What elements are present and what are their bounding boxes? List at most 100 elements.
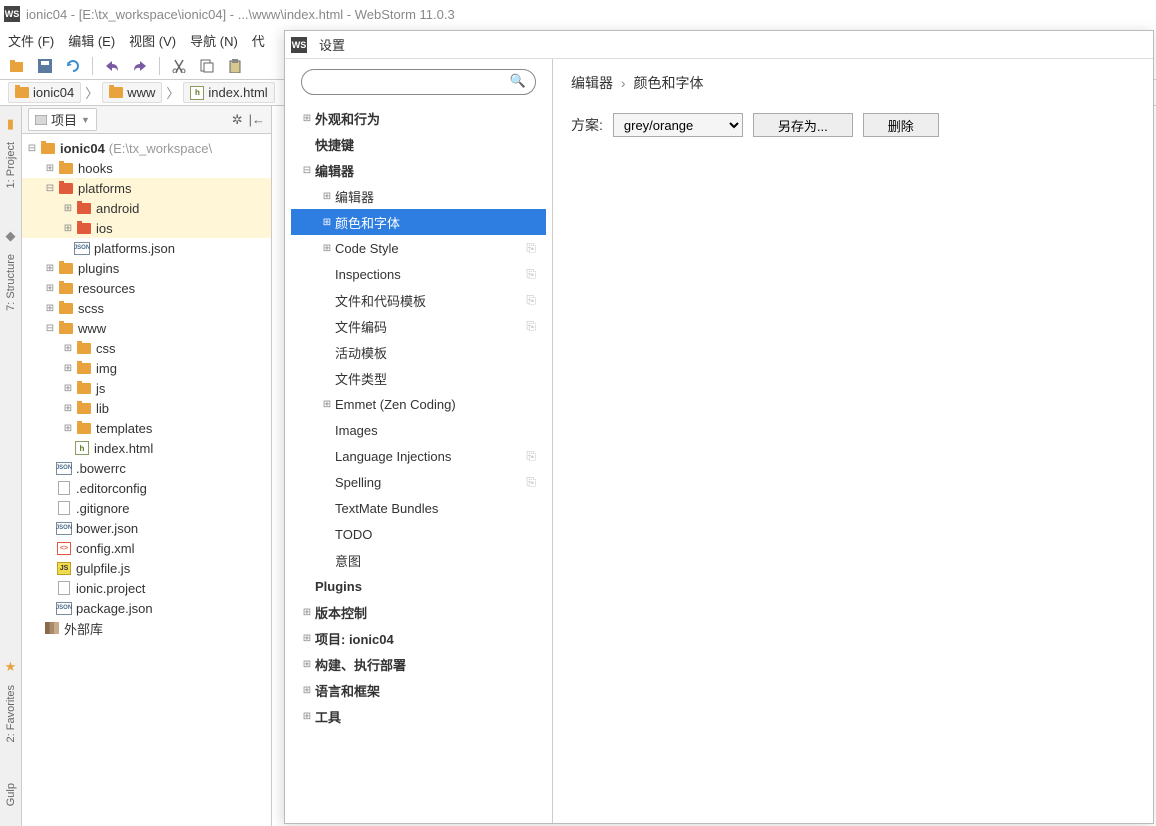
expand-icon[interactable]: ⊞ — [62, 383, 74, 394]
tree-ionic-project[interactable]: ionic.project — [22, 578, 271, 598]
nav-appearance[interactable]: ⊞外观和行为 — [291, 105, 546, 131]
paste-icon[interactable] — [226, 57, 244, 75]
expand-icon[interactable]: ⊞ — [319, 191, 335, 202]
tree-root[interactable]: ⊟ ionic04 (E:\tx_workspace\ — [22, 138, 271, 158]
nav-vcs[interactable]: ⊞版本控制 — [291, 599, 546, 625]
strip-gulp[interactable]: Gulp — [5, 783, 17, 806]
strip-project[interactable]: 1: Project — [5, 142, 17, 188]
save-icon[interactable] — [36, 57, 54, 75]
nav-editor-sub[interactable]: ⊞编辑器 — [291, 183, 546, 209]
tree-external-libs[interactable]: 外部库 — [22, 618, 271, 638]
tree-www[interactable]: ⊟www — [22, 318, 271, 338]
nav-textmate[interactable]: TextMate Bundles — [291, 495, 546, 521]
tree-hooks[interactable]: ⊞hooks — [22, 158, 271, 178]
tree-js[interactable]: ⊞js — [22, 378, 271, 398]
expand-icon[interactable]: ⊞ — [62, 363, 74, 374]
tree-android[interactable]: ⊞android — [22, 198, 271, 218]
expand-icon[interactable]: ⊞ — [299, 607, 315, 618]
nav-project[interactable]: ⊞项目: ionic04 — [291, 625, 546, 651]
nav-intentions[interactable]: 意图 — [291, 547, 546, 573]
expand-icon[interactable]: ⊞ — [44, 283, 56, 294]
tree-config-xml[interactable]: <>config.xml — [22, 538, 271, 558]
search-input[interactable] — [301, 69, 536, 95]
nav-file-types[interactable]: 文件类型 — [291, 365, 546, 391]
crumb-project[interactable]: ionic04 — [8, 82, 81, 103]
crumb-file[interactable]: h index.html — [183, 82, 274, 103]
strip-structure[interactable]: 7: Structure — [5, 254, 17, 311]
collapse-icon[interactable]: ⊟ — [44, 183, 56, 194]
delete-button[interactable]: 删除 — [863, 113, 939, 137]
nav-keymap[interactable]: 快捷键 — [291, 131, 546, 157]
copy-icon[interactable]: ⎘ — [526, 241, 536, 256]
nav-colors-fonts[interactable]: ⊞颜色和字体 — [291, 209, 546, 235]
redo-icon[interactable] — [131, 57, 149, 75]
expand-icon[interactable]: ⊞ — [62, 343, 74, 354]
tree-lib[interactable]: ⊞lib — [22, 398, 271, 418]
menu-navigate[interactable]: 导航 (N) — [190, 31, 238, 50]
favorites-tool-icon[interactable]: ★ — [5, 659, 17, 675]
tree-editorconfig[interactable]: .editorconfig — [22, 478, 271, 498]
expand-icon[interactable]: ⊞ — [299, 685, 315, 696]
tree-bower-json[interactable]: JSONbower.json — [22, 518, 271, 538]
copy-icon[interactable]: ⎘ — [526, 267, 536, 282]
tree-gitignore[interactable]: .gitignore — [22, 498, 271, 518]
expand-icon[interactable]: ⊞ — [299, 633, 315, 644]
open-icon[interactable] — [8, 57, 26, 75]
collapse-icon[interactable]: |← — [249, 112, 265, 128]
tree-plugins[interactable]: ⊞plugins — [22, 258, 271, 278]
expand-icon[interactable]: ⊞ — [299, 659, 315, 670]
nav-emmet[interactable]: ⊞Emmet (Zen Coding) — [291, 391, 546, 417]
expand-icon[interactable]: ⊞ — [319, 217, 335, 228]
save-as-button[interactable]: 另存为... — [753, 113, 853, 137]
expand-icon[interactable]: ⊞ — [44, 263, 56, 274]
tree-bowerrc[interactable]: JSON.bowerrc — [22, 458, 271, 478]
tree-templates[interactable]: ⊞templates — [22, 418, 271, 438]
copy-icon[interactable]: ⎘ — [526, 449, 536, 464]
copy-icon[interactable]: ⎘ — [526, 475, 536, 490]
collapse-icon[interactable]: ⊟ — [26, 143, 38, 154]
expand-icon[interactable]: ⊞ — [62, 423, 74, 434]
nav-langs[interactable]: ⊞语言和框架 — [291, 677, 546, 703]
nav-tools[interactable]: ⊞工具 — [291, 703, 546, 729]
project-tool-icon[interactable]: ▮ — [7, 116, 14, 132]
nav-todo[interactable]: TODO — [291, 521, 546, 547]
refresh-icon[interactable] — [64, 57, 82, 75]
strip-favorites[interactable]: 2: Favorites — [5, 685, 17, 742]
expand-icon[interactable]: ⊞ — [299, 711, 315, 722]
project-tree[interactable]: ⊟ ionic04 (E:\tx_workspace\ ⊞hooks ⊟plat… — [22, 134, 271, 826]
crumb-www[interactable]: www — [102, 82, 162, 103]
tree-index-html[interactable]: hindex.html — [22, 438, 271, 458]
gear-icon[interactable]: ✲ — [232, 112, 243, 128]
nav-images[interactable]: Images — [291, 417, 546, 443]
structure-tool-icon[interactable]: ◆ — [6, 228, 16, 244]
tree-resources[interactable]: ⊞resources — [22, 278, 271, 298]
undo-icon[interactable] — [103, 57, 121, 75]
nav-plugins[interactable]: Plugins — [291, 573, 546, 599]
menu-more[interactable]: 代 — [252, 31, 265, 50]
menu-edit[interactable]: 编辑 (E) — [68, 31, 115, 50]
nav-live-templates[interactable]: 活动模板 — [291, 339, 546, 365]
tree-css[interactable]: ⊞css — [22, 338, 271, 358]
nav-editor[interactable]: ⊟编辑器 — [291, 157, 546, 183]
collapse-icon[interactable]: ⊟ — [299, 165, 315, 176]
expand-icon[interactable]: ⊞ — [44, 303, 56, 314]
expand-icon[interactable]: ⊞ — [299, 113, 315, 124]
expand-icon[interactable]: ⊞ — [44, 163, 56, 174]
expand-icon[interactable]: ⊞ — [62, 403, 74, 414]
tree-ios[interactable]: ⊞ios — [22, 218, 271, 238]
nav-encoding[interactable]: 文件编码⎘ — [291, 313, 546, 339]
nav-code-style[interactable]: ⊞Code Style⎘ — [291, 235, 546, 261]
project-view-selector[interactable]: 项目 ▼ — [28, 108, 97, 131]
copy-icon[interactable] — [198, 57, 216, 75]
tree-platforms[interactable]: ⊟platforms — [22, 178, 271, 198]
cut-icon[interactable] — [170, 57, 188, 75]
nav-spelling[interactable]: Spelling⎘ — [291, 469, 546, 495]
expand-icon[interactable]: ⊞ — [319, 399, 335, 410]
expand-icon[interactable]: ⊞ — [62, 203, 74, 214]
nav-inspections[interactable]: Inspections⎘ — [291, 261, 546, 287]
expand-icon[interactable]: ⊞ — [319, 243, 335, 254]
expand-icon[interactable]: ⊞ — [62, 223, 74, 234]
nav-file-templates[interactable]: 文件和代码模板⎘ — [291, 287, 546, 313]
tree-gulpfile[interactable]: JSgulpfile.js — [22, 558, 271, 578]
menu-view[interactable]: 视图 (V) — [129, 31, 176, 50]
